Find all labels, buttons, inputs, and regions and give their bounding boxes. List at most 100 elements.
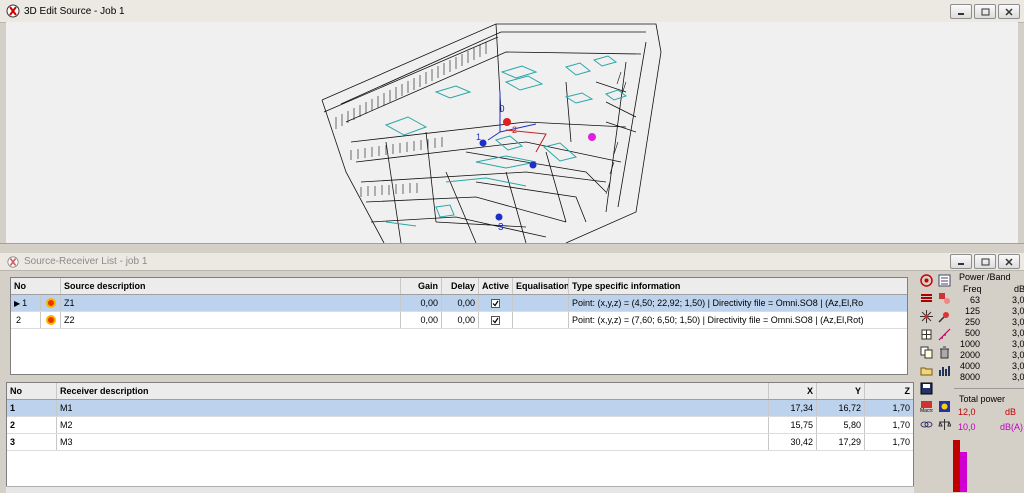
close-button[interactable]: [998, 254, 1020, 269]
source-gain[interactable]: 0,00: [401, 295, 442, 311]
burst-icon[interactable]: [918, 309, 934, 323]
table-row[interactable]: ▶ 1 Z1 0,00 0,00 Point: (x,y,z) = (4,50; …: [11, 295, 907, 312]
receiver-description[interactable]: M1: [57, 400, 769, 416]
receiver-z[interactable]: 1,70: [865, 434, 913, 450]
receiver-table[interactable]: No Receiver description X Y Z 1 M1 17,34…: [6, 382, 914, 492]
db-header: dB: [1014, 284, 1024, 294]
app-logo-icon: [6, 4, 20, 18]
receiver-no: 2: [7, 417, 57, 433]
source-delay[interactable]: 0,00: [442, 295, 479, 311]
minimize-icon: [958, 12, 964, 15]
power-8000[interactable]: 3,0: [1012, 372, 1024, 382]
3d-viewport[interactable]: 0 1 2 3: [6, 22, 1018, 243]
target-icon[interactable]: [918, 273, 934, 287]
receiver-x[interactable]: 15,75: [769, 417, 817, 433]
measure-icon[interactable]: [936, 327, 952, 341]
maximize-button[interactable]: [974, 254, 996, 269]
edit-source-window: 3D Edit Source - Job 1 0 1 2 3: [0, 0, 1024, 243]
col-header-active[interactable]: Active: [479, 278, 513, 294]
freq-250: 250: [964, 317, 980, 327]
grid-icon[interactable]: [918, 327, 934, 341]
active-checkbox[interactable]: [491, 298, 500, 308]
maximize-icon: [981, 258, 989, 265]
minimize-button[interactable]: [950, 4, 972, 19]
close-button[interactable]: [998, 4, 1020, 19]
source-delay[interactable]: 0,00: [442, 312, 479, 328]
col-header-x[interactable]: X: [769, 383, 817, 399]
table-row[interactable]: 2 Z2 0,00 0,00 Point: (x,y,z) = (7,60; 6…: [11, 312, 907, 329]
power-63[interactable]: 3,0: [1012, 295, 1024, 305]
freq-500: 500: [964, 328, 980, 338]
active-checkbox[interactable]: [491, 315, 500, 325]
receiver-z[interactable]: 1,70: [865, 400, 913, 416]
power-2000[interactable]: 3,0: [1012, 350, 1024, 360]
receiver-x[interactable]: 17,34: [769, 400, 817, 416]
power-500[interactable]: 3,0: [1012, 328, 1024, 338]
macro-icon[interactable]: Macro: [918, 399, 934, 413]
copy-icon[interactable]: [918, 345, 934, 359]
bar-chart-icon[interactable]: [936, 363, 952, 377]
table-row[interactable]: 3 M3 30,42 17,29 1,70: [7, 434, 913, 451]
minimize-button[interactable]: [950, 254, 972, 269]
source-gain[interactable]: 0,00: [401, 312, 442, 328]
receiver-no: 1: [7, 400, 57, 416]
source-receiver-titlebar[interactable]: Source-Receiver List - job 1: [0, 253, 1024, 271]
close-icon: [1005, 257, 1013, 266]
maximize-button[interactable]: [974, 4, 996, 19]
receiver-y[interactable]: 17,29: [817, 434, 865, 450]
col-header-no[interactable]: No: [7, 383, 57, 399]
table-row[interactable]: 1 M1 17,34 16,72 1,70: [7, 400, 913, 417]
col-header-receiver-description[interactable]: Receiver description: [57, 383, 769, 399]
receiver-z[interactable]: 1,70: [865, 417, 913, 433]
col-header-y[interactable]: Y: [817, 383, 865, 399]
receiver-description[interactable]: M2: [57, 417, 769, 433]
col-header-delay[interactable]: Delay: [442, 278, 479, 294]
balance-icon[interactable]: [936, 417, 952, 431]
col-header-source-description[interactable]: Source description: [61, 278, 401, 294]
source-type-info[interactable]: Point: (x,y,z) = (4,50; 22,92; 1,50) | D…: [569, 295, 907, 311]
freq-8000: 8000: [959, 372, 980, 382]
col-header-gain[interactable]: Gain: [401, 278, 442, 294]
total-db-unit: dB: [1005, 407, 1017, 417]
source-type-info[interactable]: Point: (x,y,z) = (7,60; 6,50; 1,50) | Di…: [569, 312, 907, 328]
source-description[interactable]: Z1: [61, 295, 401, 311]
row-pointer-icon: ▶: [14, 298, 21, 308]
receiver-table-header: No Receiver description X Y Z: [7, 383, 913, 400]
receiver-y[interactable]: 5,80: [817, 417, 865, 433]
source-description[interactable]: Z2: [61, 312, 401, 328]
col-header-no[interactable]: No: [11, 278, 61, 294]
save-icon[interactable]: [918, 381, 934, 395]
sun-icon[interactable]: [936, 399, 952, 413]
edit-source-titlebar[interactable]: 3D Edit Source - Job 1: [0, 0, 1024, 23]
receiver-y[interactable]: 16,72: [817, 400, 865, 416]
source-equalisation[interactable]: [513, 295, 569, 311]
table-row[interactable]: 2 M2 15,75 5,80 1,70: [7, 417, 913, 434]
shapes-icon[interactable]: [936, 291, 952, 305]
stripes-icon[interactable]: [918, 291, 934, 305]
receiver-description[interactable]: M3: [57, 434, 769, 450]
receiver-x[interactable]: 30,42: [769, 434, 817, 450]
axis-label-3: 3: [498, 222, 504, 233]
link-icon[interactable]: [918, 417, 934, 431]
source-marker-z1: [503, 118, 511, 126]
power-4000[interactable]: 3,0: [1012, 361, 1024, 371]
trash-icon[interactable]: [936, 345, 952, 359]
power-250[interactable]: 3,0: [1012, 317, 1024, 327]
col-header-z[interactable]: Z: [865, 383, 913, 399]
col-header-equalisation[interactable]: Equalisation: [513, 278, 569, 294]
check-icon: [492, 300, 499, 306]
panel-separator: [954, 388, 1024, 389]
source-no: 2: [16, 315, 22, 325]
power-125[interactable]: 3,0: [1012, 306, 1024, 316]
window-title: Source-Receiver List - job 1: [24, 256, 148, 267]
source-equalisation[interactable]: [513, 312, 569, 328]
freq-63: 63: [969, 295, 980, 305]
probe-icon[interactable]: [936, 309, 952, 323]
col-header-type-info[interactable]: Type specific information: [569, 278, 907, 294]
source-table[interactable]: No Source description Gain Delay Active …: [10, 277, 908, 375]
building-wireframe[interactable]: 0 1 2 3: [6, 22, 1018, 243]
freq-125: 125: [964, 306, 980, 316]
power-1000[interactable]: 3,0: [1012, 339, 1024, 349]
folder-icon[interactable]: [918, 363, 934, 377]
list-icon[interactable]: [936, 273, 952, 287]
